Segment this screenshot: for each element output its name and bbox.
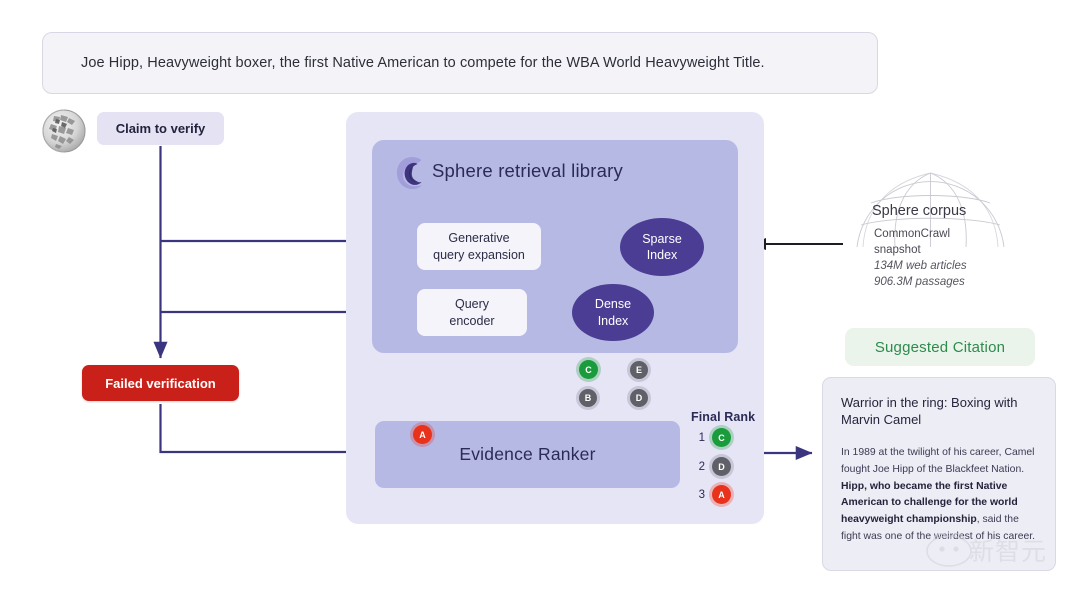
final-rank-heading: Final Rank: [691, 410, 756, 424]
generative-query-expansion-label: Generative query expansion: [433, 231, 525, 262]
failed-verification-badge[interactable]: Failed verification: [82, 365, 239, 401]
dense-index-label: Dense Index: [594, 297, 632, 328]
citation-title: Warrior in the ring: Boxing with Marvin …: [841, 395, 1018, 428]
ranker-input-badge-a: A: [413, 425, 432, 444]
wikipedia-globe-icon: [40, 107, 88, 155]
retrieved-badge-b: B: [579, 389, 597, 407]
corpus-stat-articles: 134M web articles: [874, 259, 967, 272]
citation-card[interactable]: Warrior in the ring: Boxing with Marvin …: [822, 377, 1056, 571]
retrieved-badge-c: C: [579, 360, 598, 379]
corpus-stat-passages: 906.3M passages: [874, 275, 965, 288]
generative-query-expansion-node[interactable]: Generative query expansion: [417, 223, 541, 270]
final-rank-number-2: 2: [698, 460, 705, 473]
final-rank-number-3: 3: [698, 488, 705, 501]
claim-to-verify-pill[interactable]: Claim to verify: [97, 112, 224, 145]
suggested-citation-label: Suggested Citation: [874, 338, 1006, 356]
final-rank-row-2: 2 D: [697, 457, 731, 476]
sparse-index-node[interactable]: Sparse Index: [620, 218, 704, 276]
query-encoder-label: Query encoder: [449, 297, 495, 328]
diagram-canvas: Joe Hipp, Heavyweight boxer, the first N…: [0, 0, 1080, 589]
sphere-corpus-title: Sphere corpus: [872, 203, 967, 219]
final-rank-badge-d: D: [712, 457, 731, 476]
sphere-corpus-details: CommonCrawl snapshot 134M web articles 9…: [874, 227, 967, 290]
sparse-index-label: Sparse Index: [642, 231, 682, 262]
final-rank-badge-c: C: [712, 428, 731, 447]
citation-body-pre: In 1989 at the twilight of his career, C…: [841, 446, 1035, 475]
query-encoder-node[interactable]: Query encoder: [417, 289, 527, 336]
dense-index-node[interactable]: Dense Index: [572, 284, 654, 341]
corpus-snapshot-line2: snapshot: [874, 243, 921, 256]
sphere-s-logo-icon: [391, 155, 431, 193]
retrieved-badge-d: D: [630, 389, 648, 407]
citation-body: In 1989 at the twilight of his career, C…: [841, 445, 1037, 546]
final-rank-row-3: 3 A: [697, 485, 731, 504]
claim-to-verify-label: Claim to verify: [115, 121, 206, 136]
corpus-snapshot-line1: CommonCrawl: [874, 228, 951, 240]
sphere-retrieval-library-title: Sphere retrieval library: [432, 160, 623, 181]
final-rank-badge-a: A: [712, 485, 731, 504]
suggested-citation-pill: Suggested Citation: [845, 328, 1035, 366]
evidence-ranker-label: Evidence Ranker: [459, 444, 596, 464]
final-rank-number-1: 1: [698, 431, 705, 444]
retrieved-badge-e: E: [630, 361, 648, 379]
final-rank-row-1: 1 C: [697, 428, 731, 447]
failed-verification-label: Failed verification: [105, 375, 216, 391]
